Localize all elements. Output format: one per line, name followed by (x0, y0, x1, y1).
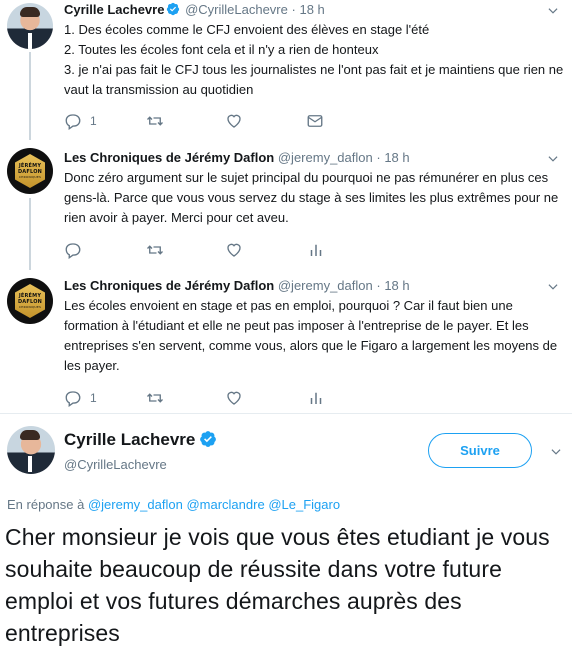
tweet-header: Les Chroniques de Jérémy Daflon @jeremy_… (64, 278, 410, 293)
tweet-text-line: 3. je n'ai pas fait le CFJ tous les jour… (64, 62, 564, 97)
retweet-icon (147, 393, 163, 403)
tweet-2[interactable]: JÉRÉMY DAFLON CHRONIQUES Les Chroniques … (0, 140, 572, 270)
author-handle[interactable]: @CyrilleLachevre (64, 457, 167, 472)
retweet-button[interactable] (146, 240, 172, 260)
like-button[interactable] (225, 388, 251, 408)
chevron-down-icon[interactable] (549, 445, 563, 459)
tweet-text: Donc zéro argument sur le sujet principa… (64, 170, 559, 225)
tweet-actions: 1 (64, 111, 364, 131)
reply-button[interactable]: 1 (64, 111, 97, 131)
badge-line: CHRONIQUES (18, 175, 42, 179)
tweet-3[interactable]: JÉRÉMY DAFLON CHRONIQUES Les Chroniques … (0, 270, 572, 410)
author-name[interactable]: Les Chroniques de Jérémy Daflon (64, 150, 274, 165)
separator: · (376, 278, 381, 293)
verified-badge-icon (200, 431, 217, 447)
tweet-text-line: 2. Toutes les écoles font cela et il n'y… (64, 42, 379, 57)
thread-line (29, 52, 31, 140)
chevron-down-icon[interactable] (546, 280, 560, 294)
mention-link[interactable]: @marclandre (186, 497, 264, 512)
tweet-text: 1. Des écoles comme le CFJ envoient des … (64, 20, 564, 100)
reply-icon (65, 391, 81, 407)
avatar[interactable] (7, 426, 55, 474)
follow-button[interactable]: Suivre (428, 433, 532, 468)
author-handle[interactable]: @jeremy_daflon (278, 278, 373, 293)
avatar[interactable]: JÉRÉMY DAFLON CHRONIQUES (7, 148, 53, 194)
retweet-icon (147, 245, 163, 255)
reply-prefix: En réponse à (7, 497, 85, 512)
thread-line (29, 198, 31, 270)
timestamp[interactable]: 18 h (299, 2, 324, 17)
like-button[interactable] (225, 240, 251, 260)
reply-icon (65, 243, 81, 259)
chevron-down-icon[interactable] (546, 4, 560, 18)
tweet-actions: 1 (64, 388, 364, 408)
chevron-down-icon[interactable] (546, 152, 560, 166)
tweet-header: Les Chroniques de Jérémy Daflon @jeremy_… (64, 150, 410, 165)
tweet-text-line: 1. Des écoles comme le CFJ envoient des … (64, 22, 430, 37)
tweet-header: Cyrille Lachevre @CyrilleLachevre · 18 h (64, 2, 325, 17)
author-handle[interactable]: @jeremy_daflon (278, 150, 373, 165)
timestamp[interactable]: 18 h (384, 278, 409, 293)
heart-icon (227, 391, 241, 405)
analytics-button[interactable] (307, 388, 325, 408)
analytics-icon (310, 244, 322, 256)
author-name[interactable]: Cyrille Lachevre (64, 430, 195, 449)
tweet-1[interactable]: Cyrille Lachevre @CyrilleLachevre · 18 h… (0, 0, 572, 140)
separator: · (291, 2, 296, 17)
mention-link[interactable]: @Le_Figaro (268, 497, 340, 512)
like-button[interactable] (225, 111, 251, 131)
reply-count: 1 (90, 114, 97, 128)
badge-line: CHRONIQUES (18, 305, 42, 309)
reply-count: 1 (90, 391, 97, 405)
tweet-text: Les écoles envoient en stage et pas en e… (64, 298, 558, 373)
verified-badge-icon (167, 2, 180, 16)
retweet-button[interactable] (146, 388, 172, 408)
tweet-actions (64, 240, 364, 260)
heart-icon (227, 114, 241, 128)
mail-icon (307, 115, 323, 127)
avatar[interactable] (7, 3, 53, 49)
author-handle[interactable]: @CyrilleLachevre (185, 2, 288, 17)
author-name[interactable]: Les Chroniques de Jérémy Daflon (64, 278, 274, 293)
avatar[interactable]: JÉRÉMY DAFLON CHRONIQUES (7, 278, 53, 324)
author-name[interactable]: Cyrille Lachevre (64, 2, 164, 17)
separator: · (376, 150, 381, 165)
reply-context: En réponse à @jeremy_daflon @marclandre … (7, 497, 340, 512)
timestamp[interactable]: 18 h (384, 150, 409, 165)
divider (0, 413, 572, 414)
jd-logo-badge: JÉRÉMY DAFLON CHRONIQUES (15, 154, 45, 188)
direct-message-button[interactable] (306, 111, 324, 131)
main-tweet-text: Cher monsieur je vois que vous êtes etud… (5, 524, 550, 646)
retweet-button[interactable] (146, 111, 172, 131)
analytics-icon (310, 392, 322, 404)
retweet-icon (147, 116, 163, 126)
main-author-line: Cyrille Lachevre (64, 430, 218, 450)
analytics-button[interactable] (307, 240, 325, 260)
reply-button[interactable]: 1 (64, 388, 97, 408)
mention-link[interactable]: @jeremy_daflon (88, 497, 183, 512)
heart-icon (227, 243, 241, 257)
reply-button[interactable] (64, 240, 90, 260)
jd-logo-badge: JÉRÉMY DAFLON CHRONIQUES (15, 284, 45, 318)
reply-icon (65, 114, 81, 130)
